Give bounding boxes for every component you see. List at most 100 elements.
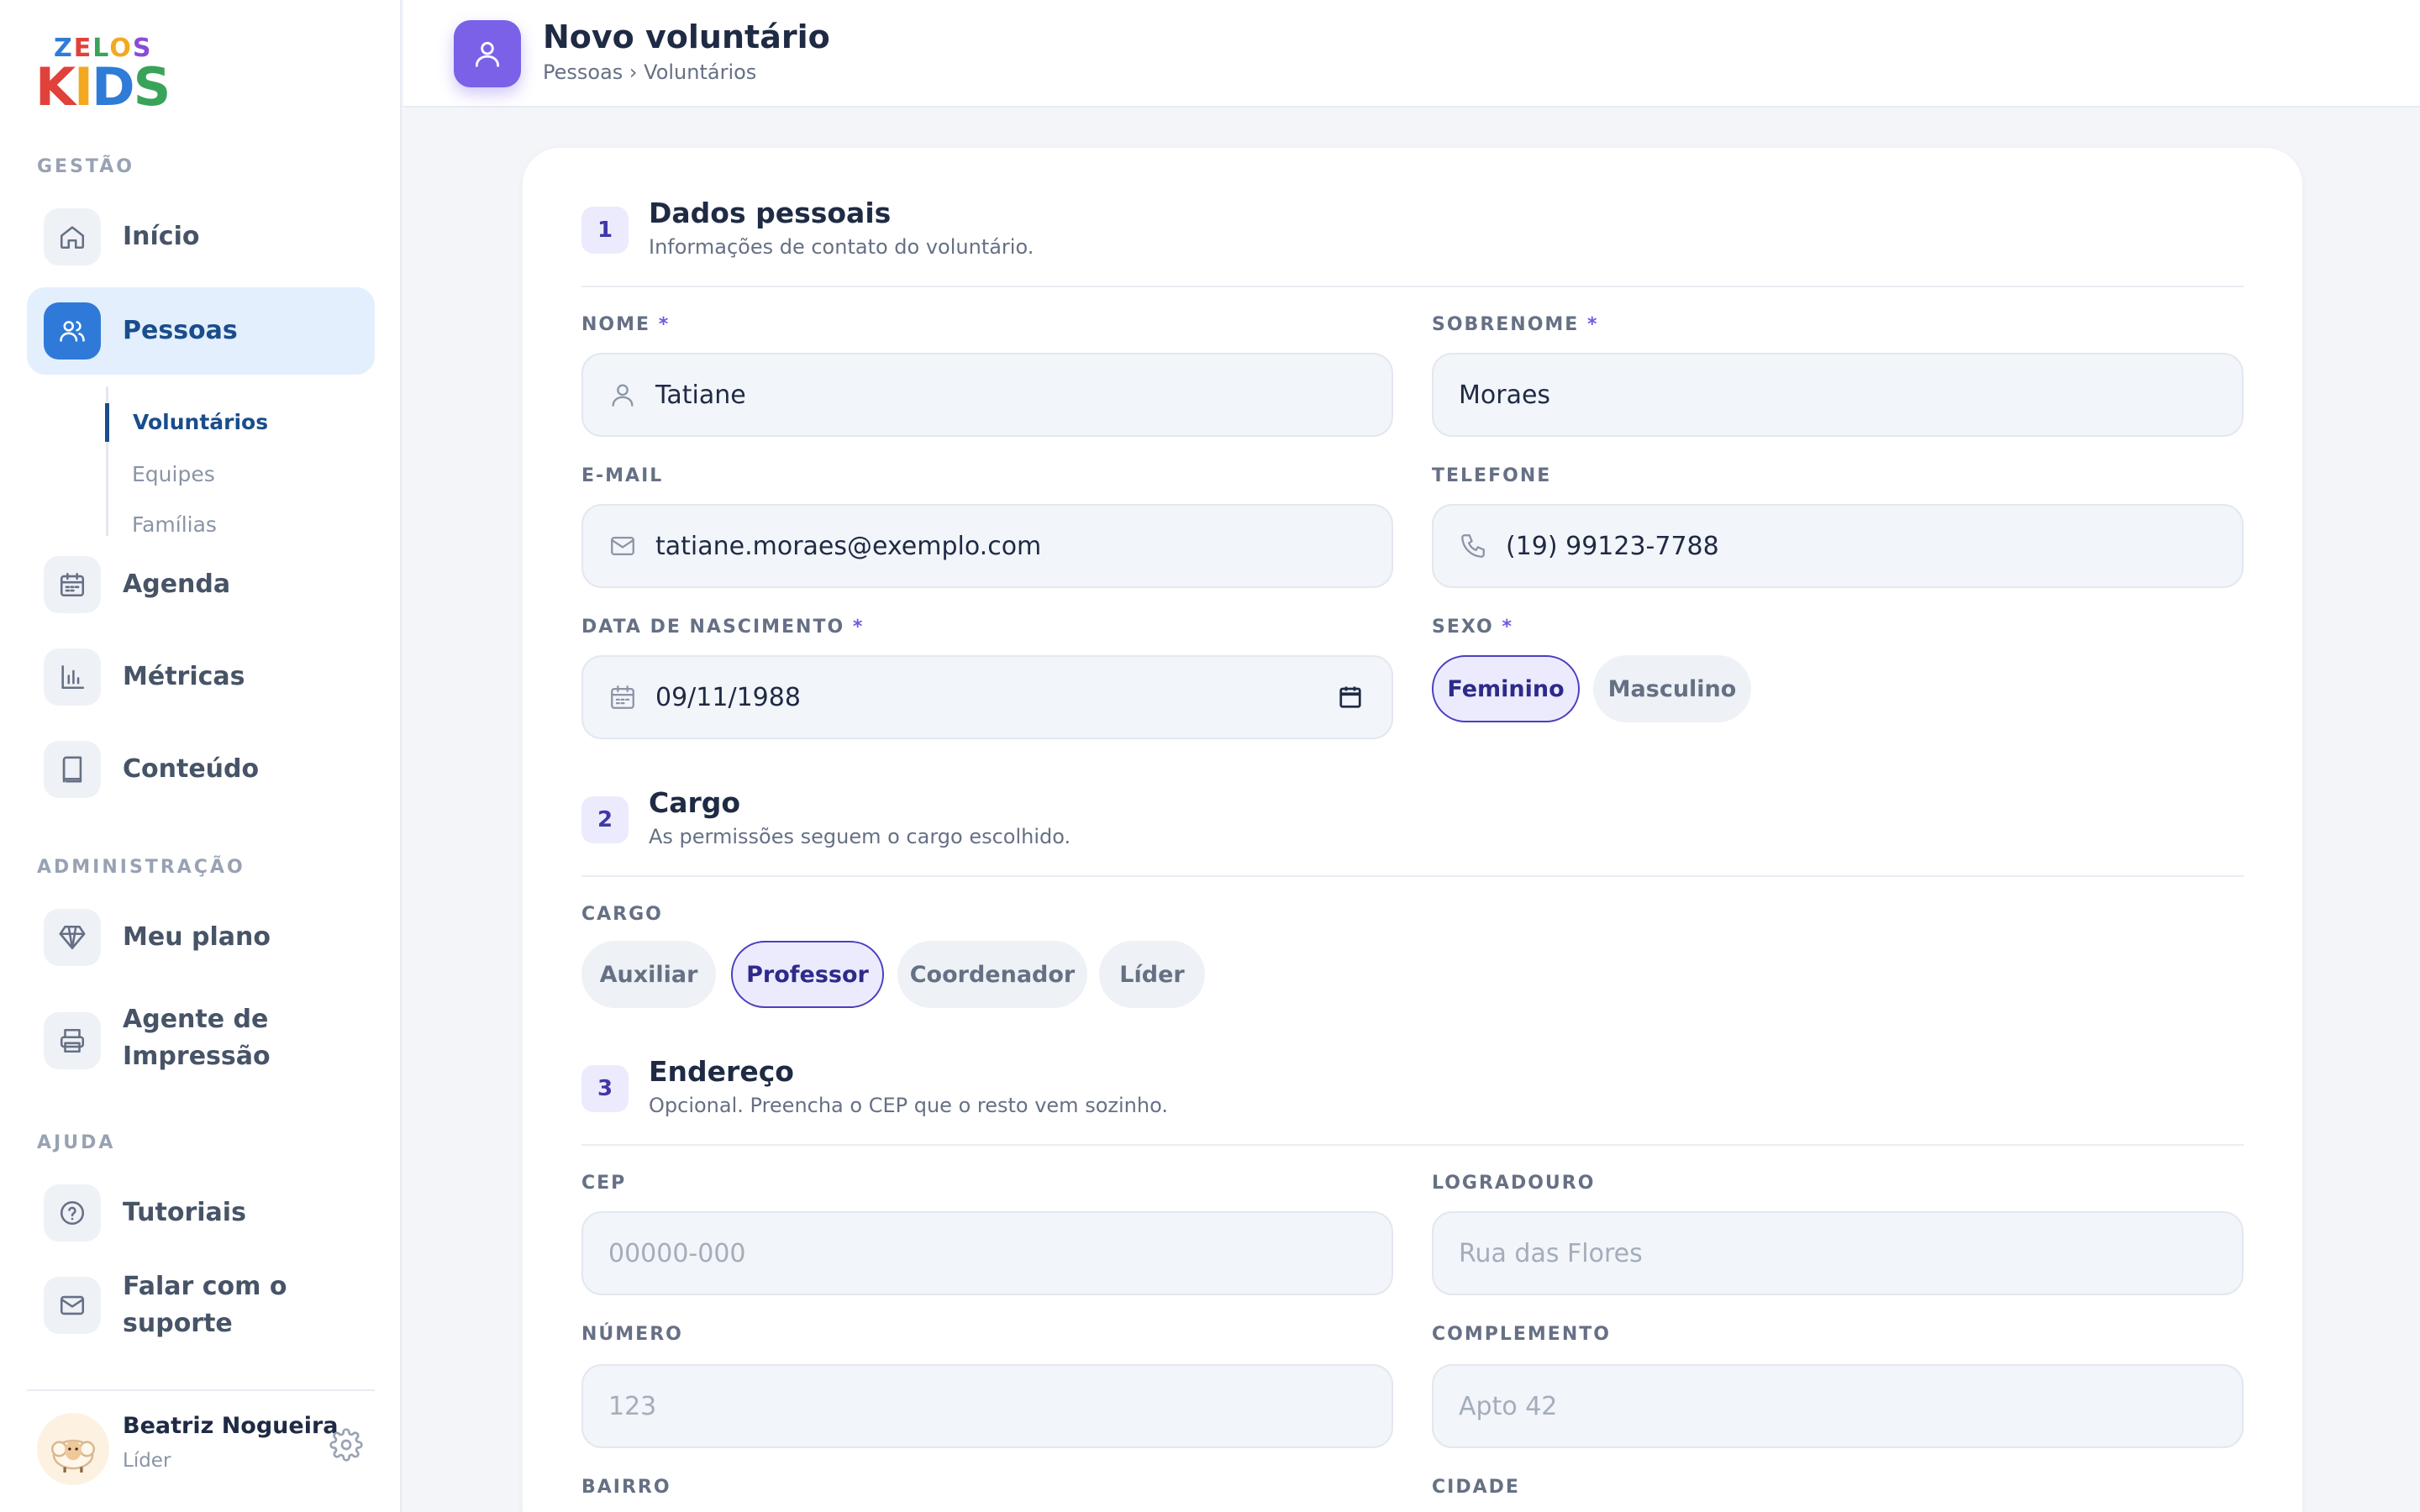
- calendar-icon: [608, 683, 637, 711]
- diamond-icon: [44, 909, 101, 966]
- sidebar-item-conteudo[interactable]: Conteúdo: [27, 726, 375, 813]
- sexo-option-masculino[interactable]: Masculino: [1593, 655, 1751, 722]
- pessoas-subnav: Voluntários Equipes Famílias: [105, 386, 358, 537]
- cidade-label: CIDADE: [1432, 1477, 1520, 1498]
- help-icon: [44, 1184, 101, 1242]
- telefone-field[interactable]: (19) 99123-7788: [1432, 504, 2244, 588]
- brand-line2: KIDS: [35, 56, 171, 118]
- numero-field[interactable]: 123: [581, 1364, 1393, 1448]
- calendar-picker-icon[interactable]: [1338, 685, 1363, 710]
- sexo-label-text: SEXO: [1432, 617, 1494, 638]
- user-icon: [454, 20, 521, 87]
- complemento-label: COMPLEMENTO: [1432, 1324, 1611, 1345]
- required-mark: *: [1502, 617, 1513, 638]
- sobrenome-label: SOBRENOME *: [1432, 314, 1599, 335]
- section-divider: [581, 286, 2244, 287]
- user-divider: [27, 1389, 375, 1391]
- sidebar-item-label: Falar com o suporte: [123, 1272, 287, 1338]
- complemento-field[interactable]: Apto 42: [1432, 1364, 2244, 1448]
- sidebar-item-tutoriais[interactable]: Tutoriais: [27, 1169, 375, 1257]
- section-title-cargo: Cargo: [649, 786, 741, 819]
- sidebar-item-label: Pessoas: [123, 316, 238, 345]
- brand-logo[interactable]: ZELOS KIDS: [35, 34, 171, 118]
- cep-field[interactable]: 00000-000: [581, 1211, 1393, 1295]
- chart-icon: [44, 648, 101, 706]
- step-badge-3: 3: [581, 1065, 629, 1112]
- section-title-administracao: ADMINISTRAÇÃO: [37, 857, 245, 878]
- gear-icon[interactable]: [329, 1428, 363, 1462]
- section-divider: [581, 1144, 2244, 1146]
- mail-icon: [608, 532, 637, 560]
- page-title: Novo voluntário: [543, 18, 830, 55]
- cargo-option-coordenador[interactable]: Coordenador: [897, 941, 1087, 1008]
- cep-label: CEP: [581, 1173, 627, 1194]
- sidebar-item-agente-impressao[interactable]: Agente de Impressão: [27, 996, 375, 1085]
- cargo-option-professor[interactable]: Professor: [731, 941, 884, 1008]
- nascimento-field[interactable]: 09/11/1988: [581, 655, 1393, 739]
- users-icon: [44, 302, 101, 360]
- page-header: Novo voluntário Pessoas › Voluntários: [403, 0, 2420, 108]
- home-icon: [44, 208, 101, 265]
- sidebar-item-label: Métricas: [123, 662, 245, 691]
- sidebar-item-meu-plano[interactable]: Meu plano: [27, 894, 375, 981]
- nome-label: NOME *: [581, 314, 670, 335]
- numero-placeholder: 123: [608, 1391, 657, 1421]
- complemento-placeholder: Apto 42: [1459, 1391, 1558, 1421]
- subnav-item-voluntarios[interactable]: Voluntários: [105, 403, 349, 442]
- sidebar: ZELOS KIDS GESTÃO Início Pessoas Voluntá…: [0, 0, 402, 1512]
- sidebar-item-pessoas[interactable]: Pessoas: [27, 287, 375, 375]
- nascimento-label-text: DATA DE NASCIMENTO: [581, 617, 845, 638]
- section-subtitle-cargo: As permissões seguem o cargo escolhido.: [649, 825, 1071, 848]
- step-badge-1: 1: [581, 207, 629, 254]
- sidebar-item-label-line2: Impressão: [123, 1042, 271, 1071]
- sidebar-item-metricas[interactable]: Métricas: [27, 633, 375, 721]
- subnav-item-familias[interactable]: Famílias: [108, 506, 352, 544]
- email-label: E-MAIL: [581, 465, 664, 486]
- section-divider: [581, 875, 2244, 877]
- telefone-value: (19) 99123-7788: [1506, 531, 1719, 561]
- subnav-item-equipes[interactable]: Equipes: [108, 455, 352, 494]
- mail-icon: [44, 1277, 101, 1334]
- sidebar-item-inicio[interactable]: Início: [27, 193, 375, 281]
- printer-icon: [44, 1012, 101, 1069]
- phone-icon: [1459, 532, 1487, 560]
- sidebar-item-label: Conteúdo: [123, 754, 260, 784]
- sidebar-item-suporte[interactable]: Falar com o suporte: [27, 1262, 375, 1349]
- cargo-option-lider[interactable]: Líder: [1099, 941, 1205, 1008]
- telefone-label: TELEFONE: [1432, 465, 1552, 486]
- nascimento-label: DATA DE NASCIMENTO *: [581, 617, 864, 638]
- breadcrumb[interactable]: Pessoas › Voluntários: [543, 60, 756, 84]
- logradouro-field[interactable]: Rua das Flores: [1432, 1211, 2244, 1295]
- book-icon: [44, 741, 101, 798]
- avatar[interactable]: [37, 1413, 109, 1485]
- volunteer-form-card: 1 Dados pessoais Informações de contato …: [523, 148, 2302, 1512]
- user-name: Beatriz Nogueira: [123, 1413, 339, 1439]
- section-title-ajuda: AJUDA: [37, 1132, 116, 1153]
- nome-field[interactable]: Tatiane: [581, 353, 1393, 437]
- sidebar-item-agenda[interactable]: Agenda: [27, 541, 375, 628]
- calendar-icon: [44, 556, 101, 613]
- sidebar-item-label: Meu plano: [123, 922, 271, 952]
- cargo-option-auxiliar[interactable]: Auxiliar: [581, 941, 716, 1008]
- sidebar-item-label: Agenda: [123, 570, 231, 599]
- required-mark: *: [852, 617, 865, 638]
- sexo-option-feminino[interactable]: Feminino: [1432, 655, 1580, 722]
- section-title-gestao: GESTÃO: [37, 156, 134, 177]
- nome-label-text: NOME: [581, 314, 651, 335]
- user-role: Líder: [123, 1450, 171, 1472]
- sobrenome-value: Moraes: [1459, 380, 1551, 410]
- cargo-label: CARGO: [581, 904, 663, 925]
- sidebar-item-label: Tutoriais: [123, 1198, 246, 1227]
- section-subtitle-endereco: Opcional. Preencha o CEP que o resto vem…: [649, 1094, 1168, 1117]
- cep-placeholder: 00000-000: [608, 1238, 746, 1268]
- email-value: tatiane.moraes@exemplo.com: [655, 531, 1042, 561]
- sobrenome-field[interactable]: Moraes: [1432, 353, 2244, 437]
- nascimento-value: 09/11/1988: [655, 682, 801, 712]
- sidebar-item-label: Início: [123, 222, 200, 251]
- step-badge-2: 2: [581, 796, 629, 843]
- sexo-label: SEXO *: [1432, 617, 1513, 638]
- required-mark: *: [1587, 314, 1599, 335]
- email-field[interactable]: tatiane.moraes@exemplo.com: [581, 504, 1393, 588]
- numero-label: NÚMERO: [581, 1324, 683, 1345]
- user-icon: [608, 381, 637, 409]
